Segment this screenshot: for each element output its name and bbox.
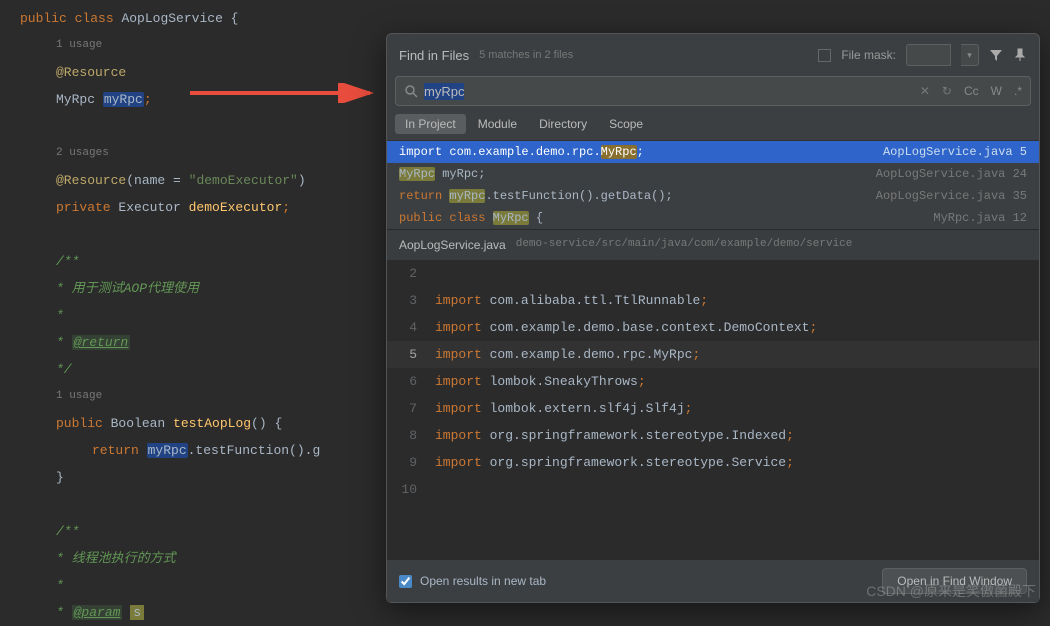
scope-tabs: In Project Module Directory Scope (387, 114, 1039, 140)
highlighted-var[interactable]: myRpc (103, 92, 144, 107)
preview-header: AopLogService.java demo-service/src/main… (387, 229, 1039, 260)
filemask-label: File mask: (841, 48, 896, 62)
preview-line[interactable]: 3import com.alibaba.ttl.TtlRunnable; (387, 287, 1039, 314)
line-number: 2 (387, 260, 425, 287)
preview-editor[interactable]: 2 3import com.alibaba.ttl.TtlRunnable;4i… (387, 260, 1039, 559)
preview-line[interactable]: 9import org.springframework.stereotype.S… (387, 449, 1039, 476)
preview-path: demo-service/src/main/java/com/example/d… (516, 238, 853, 252)
annotation: @Resource (56, 65, 126, 80)
preview-line[interactable]: 7import lombok.extern.slf4j.Slf4j; (387, 395, 1039, 422)
preview-line[interactable]: 4import com.example.demo.base.context.De… (387, 314, 1039, 341)
keyword: private (56, 200, 111, 215)
doc-comment: /** (56, 254, 79, 269)
line-number: 4 (387, 314, 425, 341)
preview-line[interactable]: 10 (387, 476, 1039, 503)
preview-line[interactable]: 8import org.springframework.stereotype.I… (387, 422, 1039, 449)
result-row[interactable]: public class MyRpc { MyRpc.java 12 (387, 207, 1039, 229)
filemask-dropdown[interactable]: ▾ (961, 44, 979, 66)
tab-in-project[interactable]: In Project (395, 114, 466, 134)
word-toggle[interactable]: W (991, 84, 1002, 98)
preview-filename: AopLogService.java (399, 238, 506, 252)
highlighted-var[interactable]: myRpc (147, 443, 188, 458)
keyword: public (20, 11, 67, 26)
line-number: 3 (387, 287, 425, 314)
search-field-row: myRpc ✕ ↻ Cc W .* (395, 76, 1031, 106)
line-number: 6 (387, 368, 425, 395)
filemask-input[interactable] (906, 44, 951, 66)
line-number: 5 (387, 341, 425, 368)
line-number: 8 (387, 422, 425, 449)
preview-line[interactable]: 2 (387, 260, 1039, 287)
type: MyRpc (56, 92, 103, 107)
clear-icon[interactable]: ✕ (920, 84, 930, 98)
class-name: AopLogService (121, 11, 222, 26)
filemask-checkbox[interactable] (818, 49, 831, 62)
keyword: class (75, 11, 114, 26)
dialog-header: Find in Files 5 matches in 2 files File … (387, 34, 1039, 76)
line-number: 10 (387, 476, 425, 503)
tab-scope[interactable]: Scope (599, 114, 653, 134)
open-new-tab-label: Open results in new tab (420, 574, 546, 588)
dialog-footer: Open results in new tab Open in Find Win… (387, 559, 1039, 602)
dialog-title: Find in Files (399, 48, 469, 63)
results-list: import com.example.demo.rpc.MyRpc; AopLo… (387, 140, 1039, 229)
annotation: @Resource (56, 173, 126, 188)
tab-directory[interactable]: Directory (529, 114, 597, 134)
method-name: testAopLog (173, 416, 251, 431)
param-name: s (130, 605, 144, 620)
match-highlight: MyRpc (601, 145, 637, 159)
pin-icon[interactable] (1013, 48, 1027, 62)
open-new-tab-checkbox[interactable] (399, 575, 412, 588)
filter-icon[interactable] (989, 48, 1003, 62)
match-count: 5 matches in 2 files (479, 49, 573, 61)
result-file: MyRpc.java 12 (933, 211, 1027, 225)
history-icon[interactable]: ↻ (942, 84, 952, 98)
result-row[interactable]: import com.example.demo.rpc.MyRpc; AopLo… (387, 141, 1039, 163)
preview-line[interactable]: 6import lombok.SneakyThrows; (387, 368, 1039, 395)
doc-return-tag: @return (72, 335, 131, 350)
result-file: AopLogService.java 24 (876, 167, 1027, 181)
result-file: AopLogService.java 35 (876, 189, 1027, 203)
case-toggle[interactable]: Cc (964, 84, 979, 98)
match-highlight: myRpc (449, 189, 485, 203)
open-find-window-button[interactable]: Open in Find Window (882, 568, 1027, 594)
regex-toggle[interactable]: .* (1014, 84, 1022, 98)
result-row[interactable]: return myRpc.testFunction().getData(); A… (387, 185, 1039, 207)
string: "demoExecutor" (189, 173, 298, 188)
line-number: 9 (387, 449, 425, 476)
preview-line[interactable]: 5import com.example.demo.rpc.MyRpc; (387, 341, 1039, 368)
search-input[interactable]: myRpc (424, 84, 920, 99)
search-icon (404, 84, 418, 98)
result-file: AopLogService.java 5 (883, 145, 1027, 159)
result-row[interactable]: MyRpc myRpc; AopLogService.java 24 (387, 163, 1039, 185)
field: demoExecutor (189, 200, 283, 215)
tab-module[interactable]: Module (468, 114, 527, 134)
find-in-files-dialog: Find in Files 5 matches in 2 files File … (386, 33, 1040, 603)
line-number: 7 (387, 395, 425, 422)
match-highlight: MyRpc (399, 167, 435, 181)
match-highlight: MyRpc (493, 211, 529, 225)
doc-param-tag: @param (72, 605, 123, 620)
